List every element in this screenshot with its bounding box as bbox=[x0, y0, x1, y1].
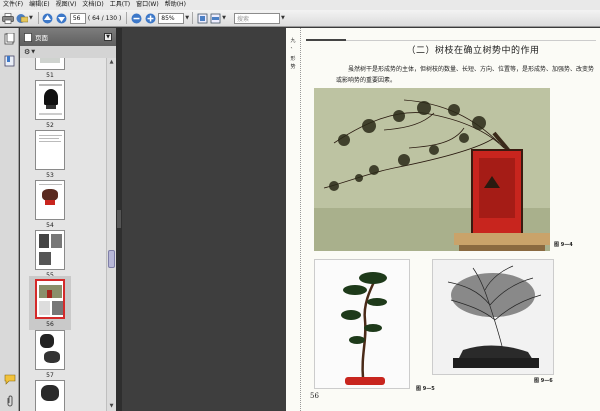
page-up-button[interactable] bbox=[42, 12, 54, 25]
pages-panel-toolbar: ⚙ ▼ bbox=[20, 46, 116, 58]
header-rule bbox=[306, 39, 346, 41]
thumbnail-page-53[interactable]: 53 bbox=[34, 130, 66, 179]
fit-page-icon bbox=[197, 13, 208, 23]
toolbar-divider bbox=[126, 12, 128, 24]
figure-caption: 图 9—5 bbox=[416, 386, 435, 392]
thumbnail-label: 57 bbox=[46, 372, 54, 379]
pages-panel: 页面 ▼ ⚙ ▼ 51 52 53 54 56 57 ▲ ▼ bbox=[20, 28, 116, 411]
email-icon bbox=[16, 13, 28, 23]
printer-icon bbox=[2, 12, 14, 24]
splitter-grip[interactable] bbox=[117, 210, 121, 228]
thumbnail-label: 51 bbox=[46, 72, 54, 79]
fit-width-button[interactable]: ▼ bbox=[210, 12, 226, 25]
chapter-tab: 九 、 形 势 bbox=[286, 28, 301, 411]
email-button[interactable]: ▼ bbox=[16, 12, 33, 25]
menu-document[interactable]: 文档(D) bbox=[82, 0, 103, 10]
menu-bar: 文件(F) 编辑(E) 视图(V) 文档(D) 工具(T) 窗口(W) 帮助(H… bbox=[0, 0, 600, 10]
pages-panel-header: 页面 ▼ bbox=[20, 28, 116, 46]
scroll-down-icon[interactable]: ▼ bbox=[108, 403, 115, 410]
comments-nav-button[interactable] bbox=[3, 373, 16, 386]
page-down-button[interactable] bbox=[56, 12, 68, 25]
menu-edit[interactable]: 编辑(E) bbox=[29, 0, 49, 10]
figure-9-4-photo bbox=[314, 88, 550, 251]
options-icon[interactable]: ⚙ bbox=[24, 48, 30, 56]
bookmark-icon bbox=[4, 55, 15, 66]
figure-caption: 图 9—6 bbox=[534, 378, 553, 384]
thumbnail-label: 54 bbox=[46, 222, 54, 229]
menu-view[interactable]: 视图(V) bbox=[56, 0, 77, 10]
toolbar: ▼ 56 ( 64 / 130 ) 85% ▼ ▼ 搜索 ▼ bbox=[0, 10, 600, 27]
thumbnail-list: 51 52 53 54 56 57 bbox=[20, 58, 106, 411]
print-button[interactable] bbox=[2, 12, 14, 25]
paperclip-icon bbox=[7, 395, 12, 406]
thumbnail-page-54[interactable]: 54 bbox=[34, 180, 66, 229]
menu-file[interactable]: 文件(F) bbox=[3, 0, 23, 10]
menu-help[interactable]: 帮助(H) bbox=[165, 0, 186, 10]
menu-window[interactable]: 窗口(W) bbox=[136, 0, 159, 10]
zoom-select[interactable]: 85% bbox=[158, 12, 185, 24]
chevron-down-icon[interactable]: ▼ bbox=[185, 15, 189, 21]
header-rule bbox=[346, 40, 596, 41]
thumbnail-page-57[interactable]: 57 bbox=[34, 330, 66, 379]
zoom-in-icon bbox=[145, 13, 156, 23]
thumbnail-page-55[interactable]: 55 bbox=[34, 230, 66, 279]
thumbnail-page-51[interactable]: 51 bbox=[34, 58, 66, 79]
toolbar-divider bbox=[37, 12, 39, 24]
arrow-down-icon bbox=[56, 13, 67, 23]
navigation-pane bbox=[0, 28, 19, 411]
figure-9-5-photo bbox=[314, 259, 410, 389]
search-input[interactable]: 搜索 bbox=[234, 12, 280, 24]
thumbnail-scrollbar[interactable]: ▲ ▼ bbox=[106, 58, 116, 411]
scroll-up-icon[interactable]: ▲ bbox=[108, 59, 115, 66]
chevron-down-icon: ▼ bbox=[29, 15, 33, 21]
chevron-down-icon[interactable]: ▼ bbox=[31, 49, 35, 55]
pages-icon bbox=[4, 32, 15, 44]
thumbnail-label: 56 bbox=[46, 321, 54, 328]
arrow-up-icon bbox=[42, 13, 53, 23]
thumbnail-label: 53 bbox=[46, 172, 54, 179]
document-page: 九 、 形 势 （二）树枝在确立树势中的作用 虽然树干是形成势的主体，但树枝的数… bbox=[286, 28, 600, 411]
zoom-out-icon bbox=[131, 13, 142, 23]
zoom-in-button[interactable] bbox=[144, 12, 156, 25]
bookmarks-nav-button[interactable] bbox=[3, 54, 16, 67]
menu-tools[interactable]: 工具(T) bbox=[110, 0, 130, 10]
thumbnail-label: 52 bbox=[46, 122, 54, 129]
bonsai-photo-1 bbox=[314, 88, 550, 251]
bonsai-photo-3 bbox=[433, 260, 553, 374]
pages-icon bbox=[24, 32, 32, 42]
bonsai-photo-2 bbox=[315, 260, 409, 388]
zoom-out-button[interactable] bbox=[130, 12, 142, 25]
body-paragraph: 虽然树干是形成势的主体，但树枝的数量、长短、方向、位置等，是形成势、加强势、改变… bbox=[336, 66, 595, 84]
page-number: 56 bbox=[310, 392, 319, 400]
chevron-down-icon: ▼ bbox=[222, 15, 226, 21]
thumbnail-page-58[interactable]: 58 bbox=[34, 380, 66, 411]
section-title: （二）树枝在确立树势中的作用 bbox=[406, 46, 540, 56]
chevron-down-icon[interactable]: ▼ bbox=[281, 15, 285, 21]
figure-caption: 图 9—4 bbox=[554, 242, 573, 248]
scrollbar-thumb[interactable] bbox=[108, 250, 115, 268]
current-page-input[interactable]: 56 bbox=[69, 12, 86, 24]
toolbar-divider bbox=[192, 12, 194, 24]
fit-width-icon bbox=[210, 13, 221, 23]
figure-9-6-photo bbox=[432, 259, 554, 375]
fit-page-button[interactable] bbox=[196, 12, 208, 25]
comment-icon bbox=[4, 374, 15, 385]
panel-options-button[interactable]: ▼ bbox=[104, 33, 112, 41]
attachments-nav-button[interactable] bbox=[3, 394, 16, 407]
pages-panel-title: 页面 bbox=[35, 34, 48, 42]
page-count-label: ( 64 / 130 ) bbox=[87, 14, 122, 22]
pages-nav-button[interactable] bbox=[3, 32, 16, 45]
thumbnail-page-56[interactable]: 56 bbox=[29, 276, 71, 330]
thumbnail-page-52[interactable]: 52 bbox=[34, 80, 66, 129]
